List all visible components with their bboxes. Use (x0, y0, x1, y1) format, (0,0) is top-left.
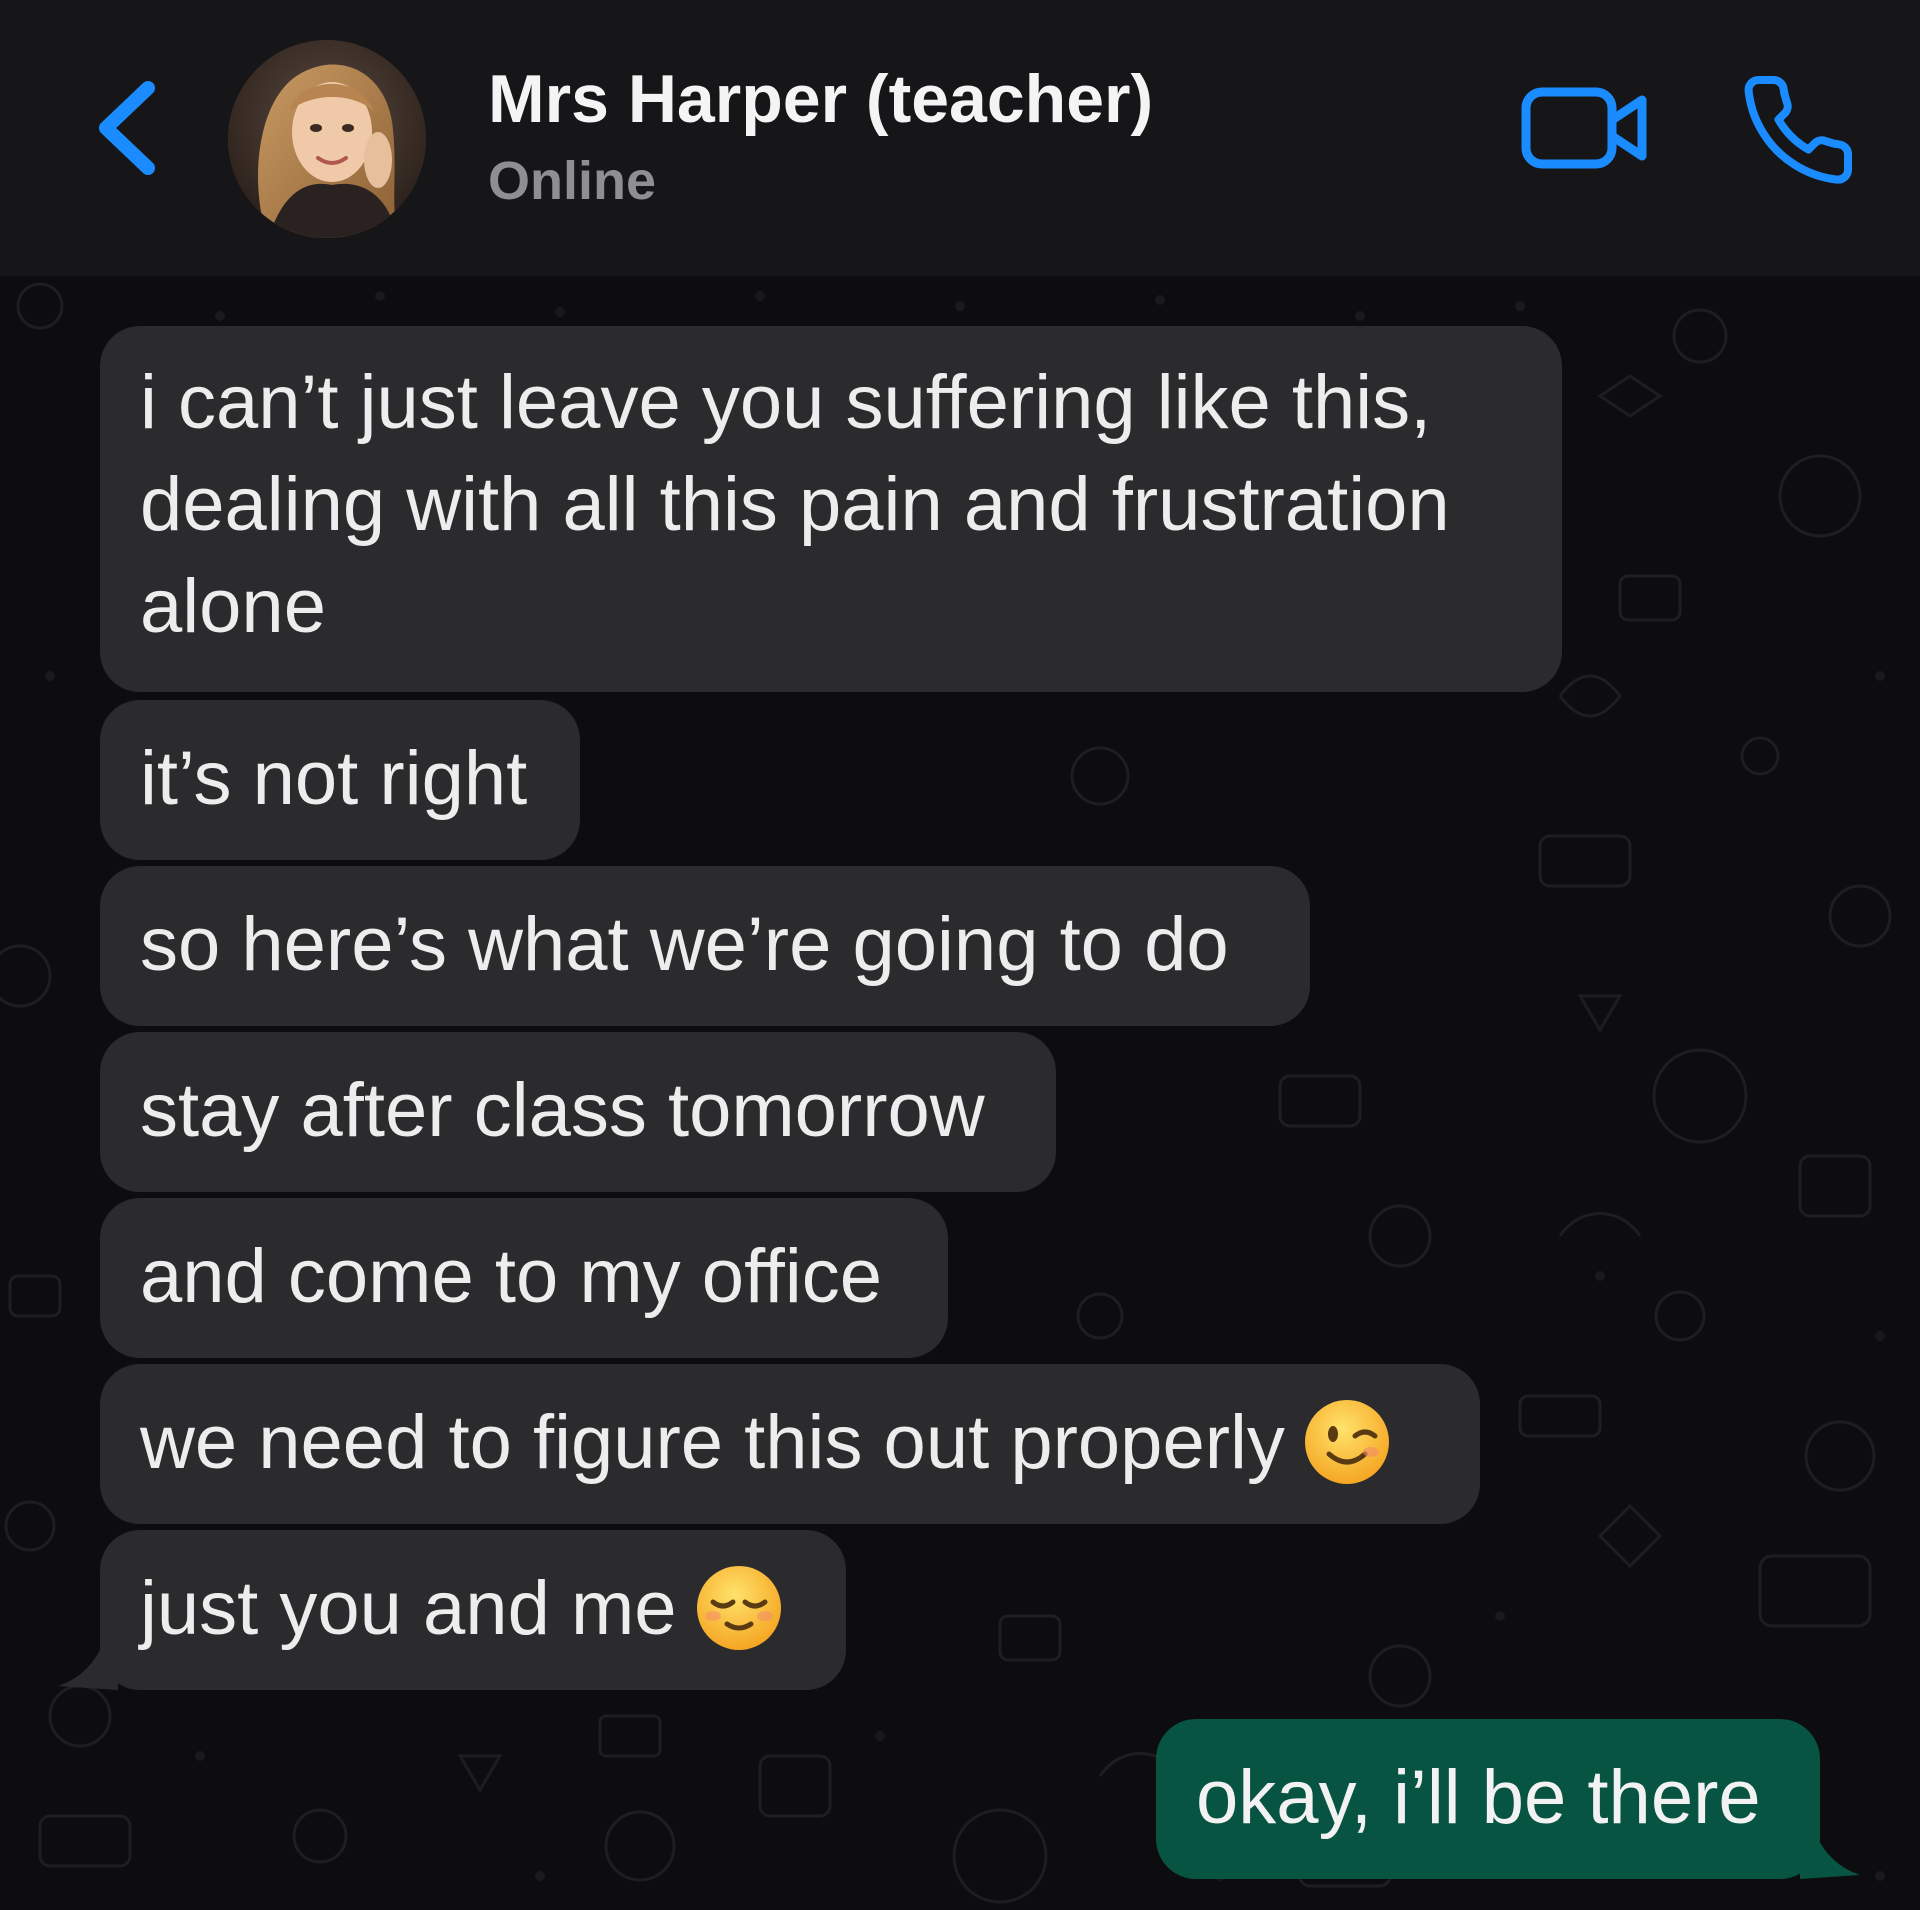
video-call-button[interactable] (1520, 78, 1650, 178)
chat-header: Mrs Harper (teacher) Online (0, 0, 1920, 276)
message-text: i can’t just leave you suffering like th… (140, 360, 1450, 649)
message-text: we need to figure this out properly (140, 1400, 1285, 1485)
outgoing-bubble-tail (1800, 1815, 1860, 1879)
incoming-bubble-tail (58, 1626, 118, 1690)
voice-call-button[interactable] (1738, 70, 1858, 190)
incoming-message[interactable]: stay after class tomorrow (100, 1032, 1056, 1192)
avatar[interactable] (228, 40, 426, 238)
incoming-message[interactable]: so here’s what we’re going to do (100, 866, 1310, 1026)
winking-face-emoji (1304, 1399, 1389, 1484)
back-button[interactable] (78, 60, 198, 190)
message-text: okay, i’ll be there (1196, 1755, 1761, 1840)
chat-screen: Mrs Harper (teacher) Online i can’t just… (0, 0, 1920, 1910)
message-text: just you and me (140, 1566, 677, 1651)
incoming-message[interactable]: it’s not right (100, 700, 580, 860)
contact-status: Online (488, 151, 657, 211)
incoming-message[interactable]: and come to my office (100, 1198, 948, 1358)
chevron-left-icon (99, 81, 155, 175)
message-text: and come to my office (140, 1234, 883, 1319)
contact-photo (228, 40, 426, 238)
video-camera-icon (1521, 87, 1647, 169)
incoming-message[interactable]: we need to figure this out properly (100, 1364, 1480, 1524)
incoming-message[interactable]: just you and me (100, 1530, 846, 1690)
phone-icon (1744, 76, 1853, 184)
message-text: so here’s what we’re going to do (140, 902, 1229, 987)
message-text: stay after class tomorrow (140, 1068, 985, 1153)
message-list[interactable]: i can’t just leave you suffering like th… (0, 276, 1920, 1910)
incoming-message[interactable]: i can’t just leave you suffering like th… (100, 326, 1562, 692)
outgoing-message[interactable]: okay, i’ll be there (1156, 1719, 1820, 1879)
relieved-face-emoji (696, 1565, 781, 1650)
contact-name[interactable]: Mrs Harper (teacher) (488, 60, 1153, 138)
message-text: it’s not right (140, 736, 528, 821)
